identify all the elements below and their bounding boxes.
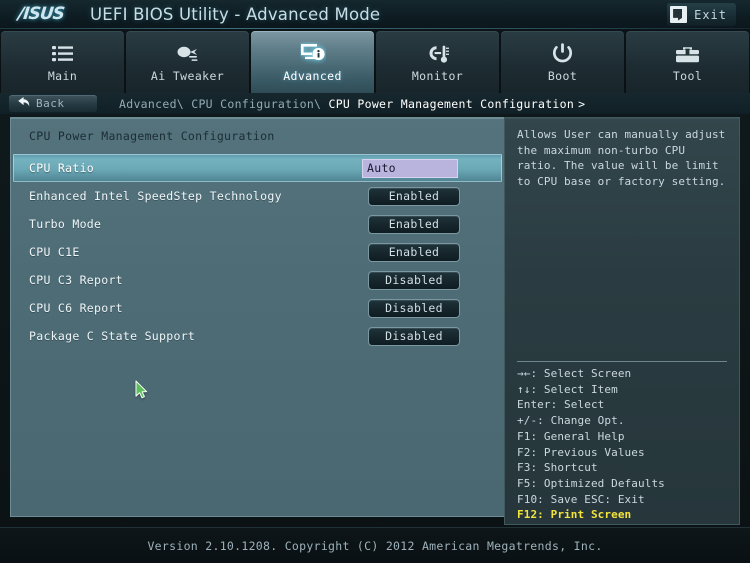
breadcrumb: Advanced\ CPU Configuration\ CPU Power M… (119, 97, 585, 111)
setting-label: CPU C3 Report (29, 273, 123, 287)
setting-value-field[interactable]: Auto (362, 158, 458, 178)
tab-advanced[interactable]: Advanced (251, 31, 374, 93)
exit-button-label: Exit (694, 7, 727, 22)
setting-label: CPU C1E (29, 245, 80, 259)
setting-row[interactable]: Turbo Mode Enabled (11, 210, 504, 238)
tab-bar: Main Ai Tweaker Advanced Monitor Boot To… (0, 29, 750, 93)
comet-speed-icon (174, 41, 202, 65)
setting-row[interactable]: CPU C3 Report Disabled (11, 266, 504, 294)
tab-tool-label: Tool (672, 69, 703, 83)
setting-value-field[interactable]: Disabled (368, 298, 460, 318)
tab-monitor-label: Monitor (411, 69, 464, 83)
breadcrumb-path-prefix[interactable]: Advanced\ CPU Configuration\ (119, 97, 328, 111)
power-icon (551, 41, 574, 65)
section-title: CPU Power Management Configuration (29, 129, 275, 143)
settings-list: CPU Ratio Auto Enhanced Intel SpeedStep Te… (11, 154, 504, 350)
keyboard-legend: →←: Select Screen ↑↓: Select Item Enter: S… (517, 366, 731, 523)
legend-item: ↑↓: Select Item (517, 382, 618, 396)
version-copyright-text: Version 2.10.1208. Copyright (C) 2012 Am… (147, 538, 603, 553)
legend-item: F5: Optimized Defaults (517, 476, 665, 490)
setting-value-field[interactable]: Enabled (368, 214, 460, 234)
monitor-info-icon (300, 41, 326, 65)
setting-row[interactable]: CPU C6 Report Disabled (11, 294, 504, 322)
legend-item: F2: Previous Values (517, 445, 645, 459)
tab-boot-label: Boot (547, 69, 578, 83)
setting-value-field[interactable]: Enabled (368, 242, 460, 262)
list-icon (51, 41, 75, 65)
back-arrow-icon (17, 94, 30, 113)
tab-advanced-label: Advanced (283, 69, 342, 83)
legend-item: →←: Select Screen (517, 367, 632, 380)
tab-tool[interactable]: Tool (626, 31, 749, 93)
asus-logo: /ISUS (17, 4, 65, 24)
mouse-cursor (135, 380, 148, 399)
setting-row[interactable]: Enhanced Intel SpeedStep Technology Enabl… (11, 182, 504, 210)
setting-value-field[interactable]: Disabled (368, 326, 460, 346)
settings-panel: CPU Power Management Configuration CPU R… (10, 117, 504, 517)
legend-item: Enter: Select (517, 398, 605, 412)
breadcrumb-current: CPU Power Management Configuration (328, 96, 575, 111)
setting-label: Turbo Mode (29, 217, 102, 231)
back-button-label: Back (36, 97, 65, 110)
setting-label: Enhanced Intel SpeedStep Technology (29, 189, 282, 203)
setting-value-field[interactable]: Disabled (368, 270, 460, 290)
breadcrumb-caret-icon: > (578, 96, 586, 111)
setting-label: CPU C6 Report (29, 301, 123, 315)
help-panel: Allows User can manually adjust the maxi… (504, 117, 740, 525)
tab-ai-tweaker[interactable]: Ai Tweaker (126, 31, 249, 93)
help-text: Allows User can manually adjust the maxi… (517, 128, 726, 188)
legend-item: +/-: Change Opt. (517, 414, 625, 428)
breadcrumb-bar: Back Advanced\ CPU Configuration\ CPU Po… (0, 93, 750, 114)
setting-label: Package C State Support (29, 329, 196, 343)
legend-item: F3: Shortcut (517, 461, 598, 475)
setting-label: CPU Ratio (29, 161, 95, 175)
tab-ai-tweaker-label: Ai Tweaker (150, 69, 225, 83)
toolbox-icon (674, 41, 701, 65)
tab-main[interactable]: Main (1, 31, 124, 93)
setting-value-field[interactable]: Enabled (368, 186, 460, 206)
bios-screen: /ISUS UEFI BIOS Utility - Advanced Mode … (0, 0, 750, 563)
back-button[interactable]: Back (9, 95, 97, 112)
exit-button[interactable]: Exit (667, 3, 736, 26)
footer-bar: Version 2.10.1208. Copyright (C) 2012 Am… (0, 527, 750, 563)
tab-boot[interactable]: Boot (501, 31, 624, 93)
legend-item: F12: Print Screen (517, 508, 632, 522)
setting-row[interactable]: CPU C1E Enabled (11, 238, 504, 266)
title-bar: /ISUS UEFI BIOS Utility - Advanced Mode … (0, 0, 750, 29)
exit-door-icon (670, 6, 688, 23)
page-title: UEFI BIOS Utility - Advanced Mode (90, 4, 381, 24)
legend-item: F10: Save ESC: Exit (517, 492, 645, 506)
tab-monitor[interactable]: Monitor (376, 31, 499, 93)
gauge-temp-icon (424, 41, 451, 65)
setting-row[interactable]: Package C State Support Disabled (11, 322, 504, 350)
tab-main-label: Main (47, 69, 78, 83)
legend-item: F1: General Help (517, 429, 625, 443)
legend-separator (517, 361, 727, 362)
setting-row[interactable]: CPU Ratio Auto (13, 154, 502, 182)
